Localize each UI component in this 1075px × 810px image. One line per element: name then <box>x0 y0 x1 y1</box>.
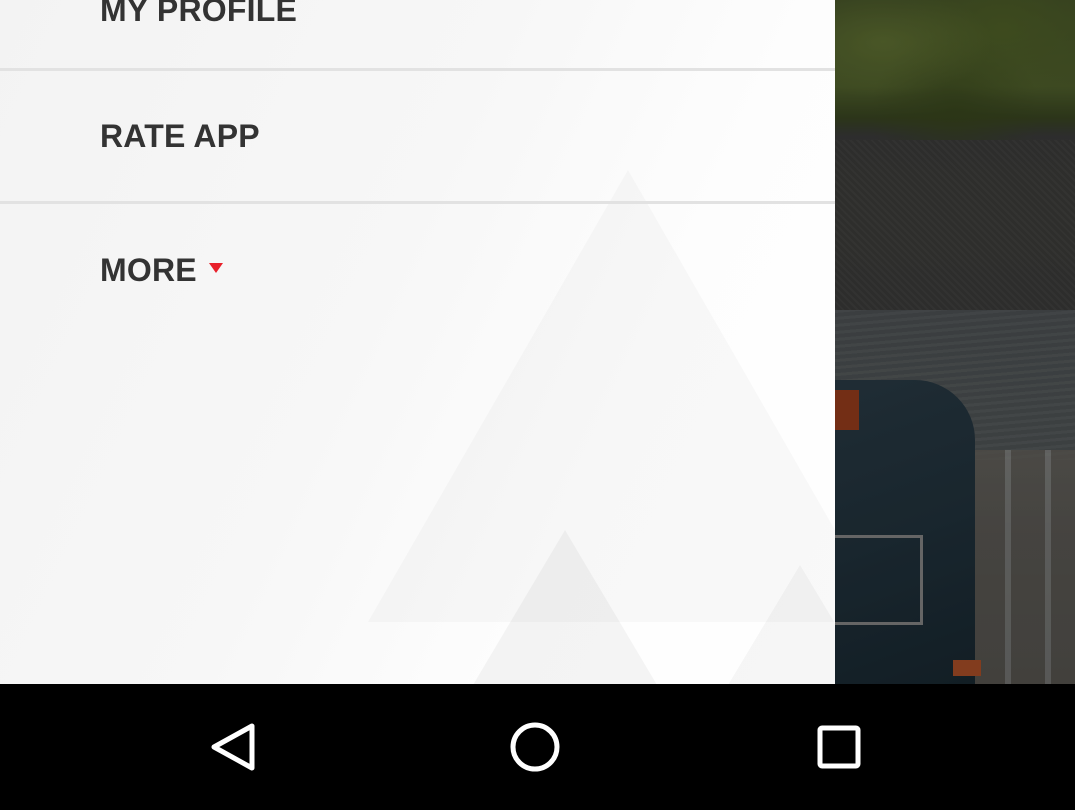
recents-square-icon <box>817 725 861 769</box>
system-navigation-bar <box>0 684 1075 810</box>
menu-item-label: MORE <box>100 252 197 288</box>
caret-down-icon <box>208 262 223 273</box>
menu-item-rate-app[interactable]: RATE APP <box>0 71 835 202</box>
navigation-drawer: MY PROFILE RATE APP MORE <box>0 0 835 684</box>
screen: MY PROFILE RATE APP MORE <box>0 0 1075 810</box>
menu-item-my-profile[interactable]: MY PROFILE <box>0 0 835 69</box>
back-triangle-icon <box>211 723 255 771</box>
menu-item-label: MY PROFILE <box>100 0 297 28</box>
back-button[interactable] <box>172 684 292 810</box>
recents-button[interactable] <box>779 684 899 810</box>
home-circle-icon <box>510 722 560 772</box>
menu-item-more[interactable]: MORE <box>0 204 835 336</box>
menu-item-label: RATE APP <box>100 118 260 154</box>
background-content[interactable] <box>835 0 1075 684</box>
drawer-scrim[interactable] <box>835 0 1075 684</box>
home-button[interactable] <box>475 684 595 810</box>
